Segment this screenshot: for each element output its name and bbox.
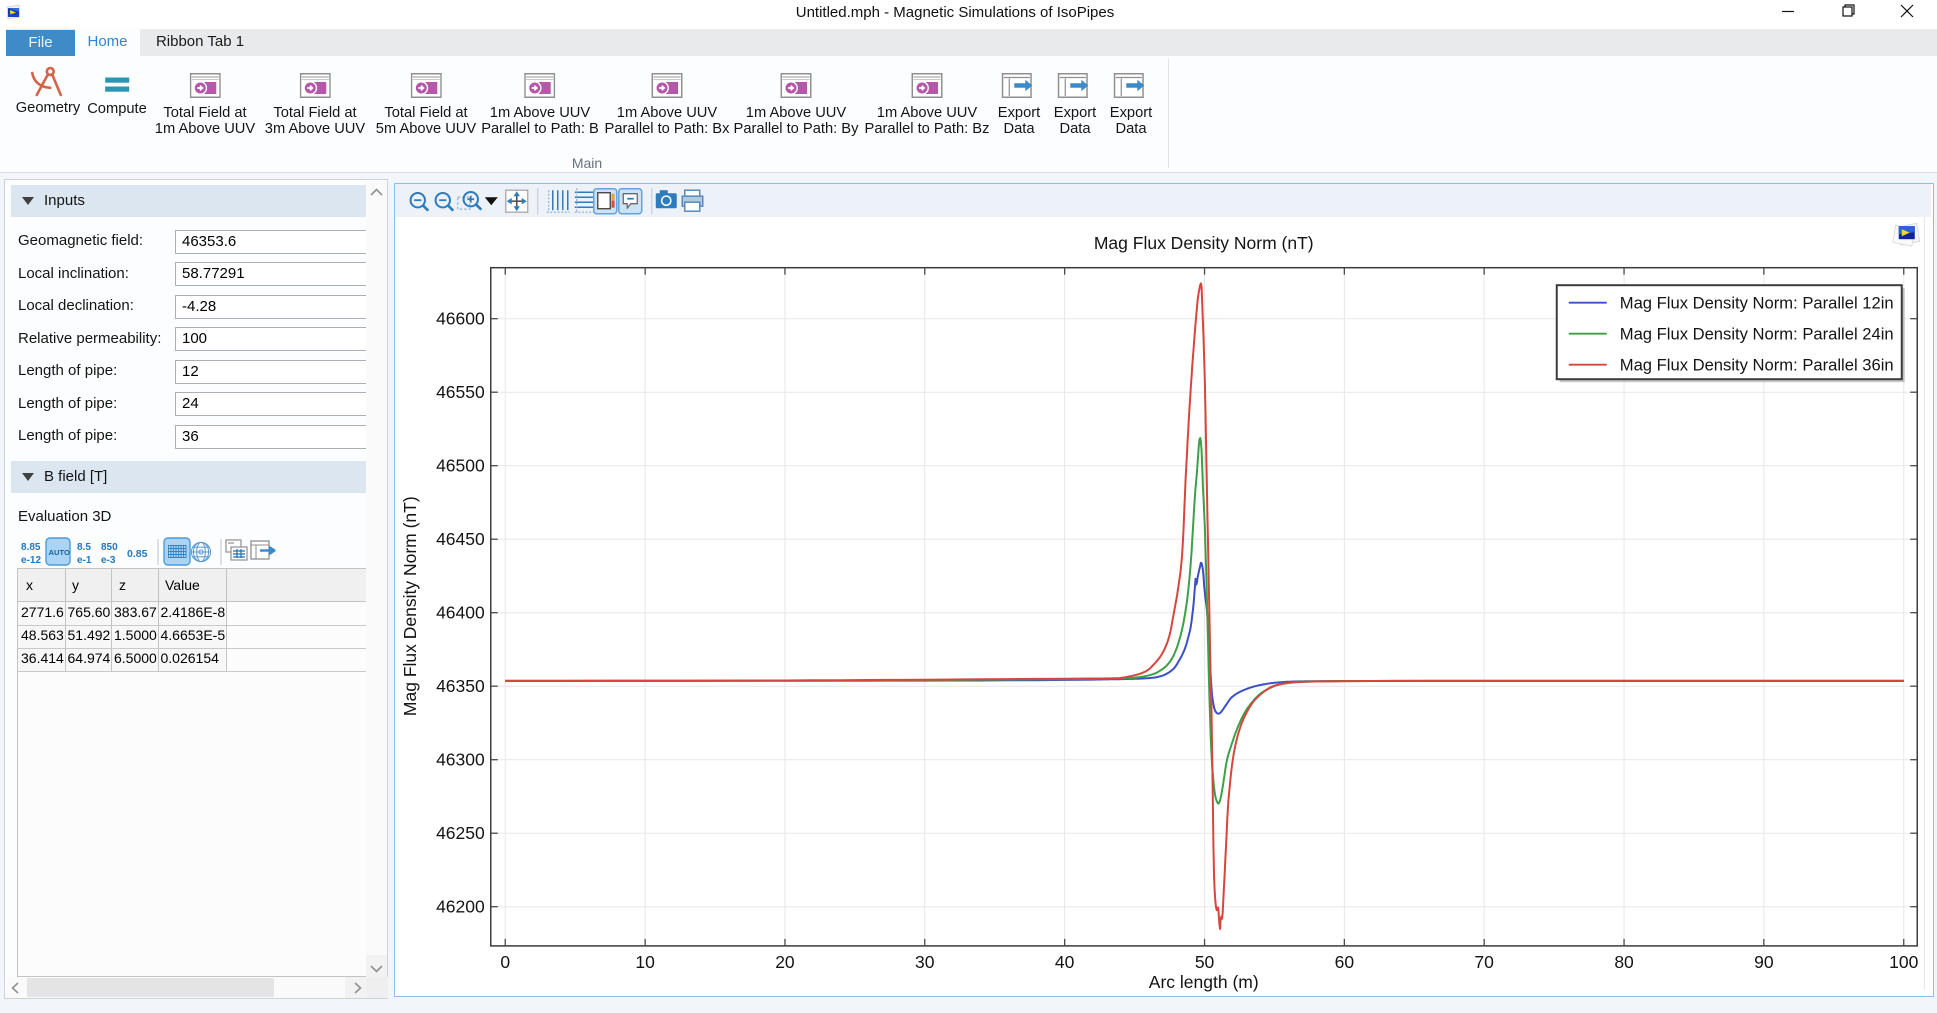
svg-text:46550: 46550 (436, 382, 485, 402)
svg-text:46300: 46300 (436, 750, 485, 770)
svg-text:46450: 46450 (436, 529, 485, 549)
svg-text:e-1: e-1 (77, 555, 92, 566)
svg-text:Mag Flux Density Norm: Paralle: Mag Flux Density Norm: Parallel 36in (1620, 356, 1894, 375)
svg-text:10: 10 (635, 952, 655, 972)
svg-text:46600: 46600 (436, 309, 485, 329)
svg-text:46400: 46400 (436, 603, 485, 623)
svg-text:Mag Flux Density Norm (nT): Mag Flux Density Norm (nT) (1094, 233, 1314, 253)
svg-text:0: 0 (500, 952, 510, 972)
svg-text:46250: 46250 (436, 823, 485, 843)
svg-text:50: 50 (1195, 952, 1215, 972)
svg-text:e-12: e-12 (21, 555, 41, 566)
svg-text:90: 90 (1754, 952, 1774, 972)
svg-text:8.85: 8.85 (21, 542, 41, 553)
svg-text:8.5: 8.5 (77, 542, 91, 553)
svg-text:70: 70 (1474, 952, 1494, 972)
svg-text:46500: 46500 (436, 456, 485, 476)
svg-text:46350: 46350 (436, 676, 485, 696)
svg-text:Mag Flux Density Norm: Paralle: Mag Flux Density Norm: Parallel 12in (1620, 294, 1894, 313)
svg-text:850: 850 (101, 542, 118, 553)
svg-text:e-3: e-3 (101, 555, 116, 566)
svg-text:Mag Flux Density Norm (nT): Mag Flux Density Norm (nT) (400, 496, 420, 716)
svg-text:Arc length (m): Arc length (m) (1149, 972, 1259, 992)
svg-text:20: 20 (775, 952, 795, 972)
svg-text:46200: 46200 (436, 897, 485, 917)
svg-text:AUTO: AUTO (49, 548, 70, 557)
svg-text:0.85: 0.85 (127, 548, 148, 560)
svg-text:40: 40 (1055, 952, 1075, 972)
svg-text:100: 100 (1889, 952, 1918, 972)
svg-text:60: 60 (1335, 952, 1355, 972)
svg-text:Mag Flux Density Norm: Paralle: Mag Flux Density Norm: Parallel 24in (1620, 325, 1894, 344)
svg-text:80: 80 (1614, 952, 1634, 972)
svg-text:30: 30 (915, 952, 935, 972)
